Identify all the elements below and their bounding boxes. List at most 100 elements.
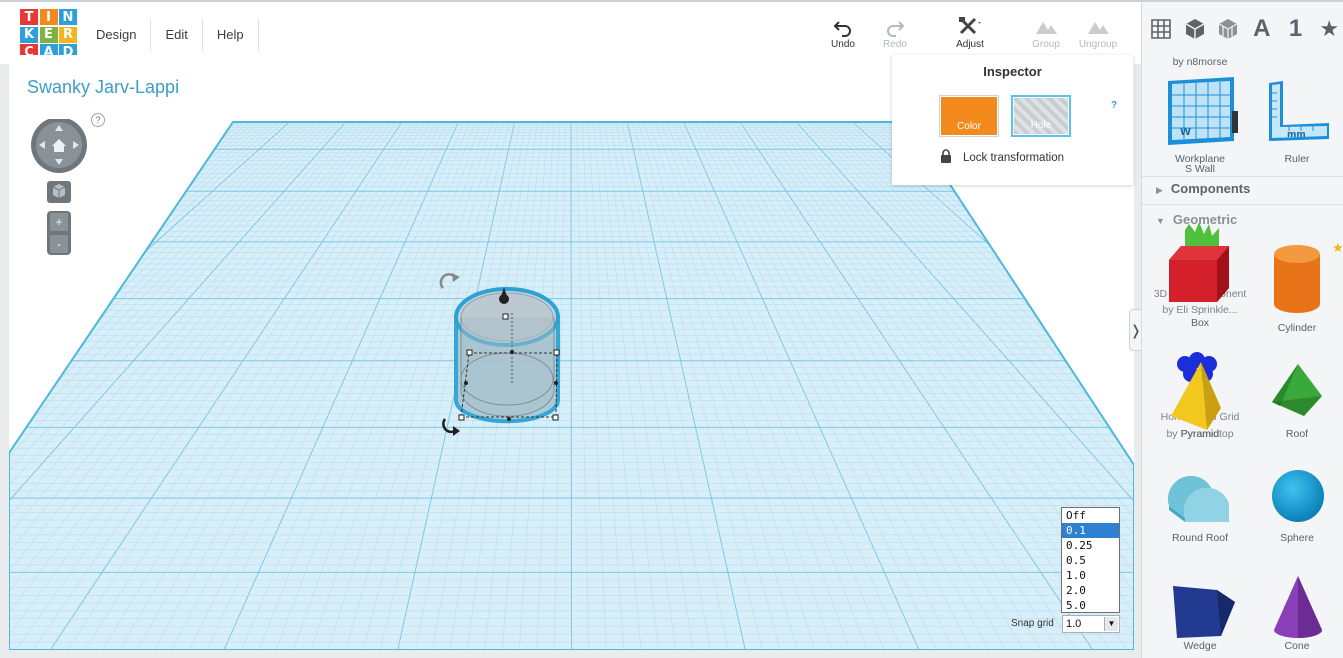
star-icon: ★ (1319, 16, 1340, 41)
shape-roof[interactable]: Roof (1249, 350, 1343, 440)
chevron-down-icon: ▼ (1104, 617, 1118, 631)
shape-cylinder-label: Cylinder (1277, 322, 1317, 334)
logo-letter: I (39, 9, 58, 25)
svg-text:★: ★ (1332, 241, 1342, 256)
group-button[interactable]: Group (1018, 16, 1074, 50)
snap-option[interactable]: 2.0 (1062, 583, 1119, 598)
helper-workplane-sub: S Wall (1185, 163, 1215, 175)
shape-pyramid[interactable]: Pyramid (1152, 350, 1248, 440)
workplane-icon: W (1168, 77, 1238, 145)
tinkercad-editor: T I N K E R C A D Design Edit Help Undo (0, 0, 1343, 658)
snap-grid-value: 1.0 (1066, 618, 1082, 630)
grid-icon (1151, 19, 1171, 39)
snap-option[interactable]: Off (1062, 508, 1119, 523)
color-label: Color (941, 97, 997, 135)
tab-numbers[interactable]: 1 (1281, 9, 1311, 49)
snap-grid-select[interactable]: 1.0 ▼ (1062, 615, 1120, 633)
group-label: Group (1032, 39, 1060, 50)
shape-box[interactable]: Box (1152, 220, 1248, 329)
sphere-shape-icon (1272, 470, 1324, 522)
section-components-label: Components (1170, 181, 1251, 196)
tab-basic-shapes[interactable] (1180, 9, 1210, 49)
resize-handle[interactable] (466, 349, 473, 356)
shape-sphere-label: Sphere (1280, 532, 1314, 544)
pyramid-shape-icon (1171, 352, 1221, 430)
library-tabs: A 1 ★ (1142, 2, 1343, 56)
menu-help[interactable]: Help (203, 19, 259, 51)
cylinder-shape-icon: ★ (1274, 241, 1342, 313)
ungroup-button[interactable]: Ungroup (1070, 16, 1126, 50)
redo-button[interactable]: Redo (867, 16, 923, 50)
resize-handle[interactable] (502, 313, 509, 320)
caret-right-icon: ▶ (1156, 185, 1163, 195)
undo-button[interactable]: Undo (815, 16, 871, 50)
menu-edit[interactable]: Edit (151, 19, 203, 51)
inspector-title: Inspector (983, 64, 1042, 79)
ungroup-icon (1088, 22, 1109, 34)
shape-cylinder[interactable]: ★ Cylinder (1249, 238, 1343, 334)
view-navigation: + - ? (31, 113, 111, 264)
snap-option[interactable]: 0.5 (1062, 553, 1119, 568)
hole-swatch[interactable]: Hole (1011, 95, 1071, 137)
menu-design[interactable]: Design (82, 19, 152, 51)
lock-transformation-label[interactable]: Lock transformation (963, 152, 1064, 164)
shape-library-panel: A 1 ★ by n8morse W Workplane S Wall mm R… (1141, 2, 1343, 658)
redo-label: Redo (883, 39, 907, 50)
helper-ruler[interactable]: mm Ruler (1249, 75, 1343, 165)
shape-wedge-label: Wedge (1183, 640, 1217, 652)
ungroup-label: Ungroup (1078, 39, 1118, 50)
tab-favorites[interactable]: ★ (1314, 9, 1343, 49)
shape-box-label: Box (1190, 317, 1210, 329)
shape-wedge[interactable]: Wedge (1152, 566, 1248, 652)
view-controls: + - (31, 117, 87, 255)
logo-letter: R (59, 26, 77, 43)
snap-option[interactable]: 1.0 (1062, 568, 1119, 583)
svg-text:mm: mm (1287, 130, 1306, 140)
zoom-in-symbol: + (55, 215, 62, 229)
resize-handle[interactable] (458, 414, 465, 421)
roof-shape-icon (1272, 364, 1322, 416)
cylinder-object[interactable] (454, 287, 560, 424)
project-title[interactable]: Swanky Jarv-Lappi (27, 77, 179, 98)
adjust-button[interactable]: Adjust (942, 16, 998, 50)
wedge-shape-icon (1173, 586, 1235, 638)
snap-option[interactable]: 0.25 (1062, 538, 1119, 553)
panel-collapse-tab[interactable]: ❭ (1129, 309, 1142, 351)
inspector-help-button[interactable]: ? (1111, 100, 1117, 111)
shape-round-roof[interactable]: Round Roof (1152, 458, 1248, 544)
tab-components[interactable] (1213, 9, 1243, 49)
undo-label: Undo (831, 39, 855, 50)
redo-icon (887, 21, 905, 37)
zoom-out-symbol: - (57, 237, 61, 251)
color-swatch[interactable]: Color (939, 95, 999, 137)
tab-workplane[interactable] (1146, 9, 1176, 49)
hole-label: Hole (1014, 98, 1068, 134)
group-icon (1036, 22, 1057, 34)
logo-letter: K (20, 26, 38, 43)
shape-cone[interactable]: Cone (1249, 566, 1343, 652)
logo-letter: N (59, 9, 77, 25)
resize-handle[interactable] (552, 414, 559, 421)
adjust-tools-icon (959, 17, 981, 35)
tinkercad-logo[interactable]: T I N K E R C A D (20, 9, 77, 60)
inspector-panel: Inspector Color Hole ? Lock transformati… (892, 55, 1133, 185)
shape-sphere[interactable]: Sphere (1249, 458, 1343, 544)
tab-text[interactable]: A (1247, 9, 1277, 49)
lock-icon[interactable] (940, 149, 952, 163)
cube-icon (1185, 19, 1204, 39)
ruler-icon: mm (1269, 81, 1329, 141)
helper-workplane[interactable]: W Workplane S Wall (1152, 75, 1248, 175)
nav-help-button[interactable]: ? (91, 113, 105, 127)
section-components[interactable]: ▶ Components (1156, 181, 1250, 196)
adjust-label: Adjust (956, 39, 984, 50)
box-shape-icon (1169, 222, 1229, 302)
logo-letter: T (20, 9, 38, 25)
shape-pyramid-label: Pyramid (1180, 428, 1220, 440)
snap-option[interactable]: 5.0 (1062, 598, 1119, 613)
snap-option[interactable]: 0.1 (1062, 523, 1119, 538)
resize-handle[interactable] (553, 349, 560, 356)
byline-label: by n8morse (1172, 56, 1228, 68)
undo-icon (833, 21, 851, 37)
wire-cube-icon (1218, 19, 1238, 39)
round-roof-shape-icon (1167, 475, 1229, 522)
